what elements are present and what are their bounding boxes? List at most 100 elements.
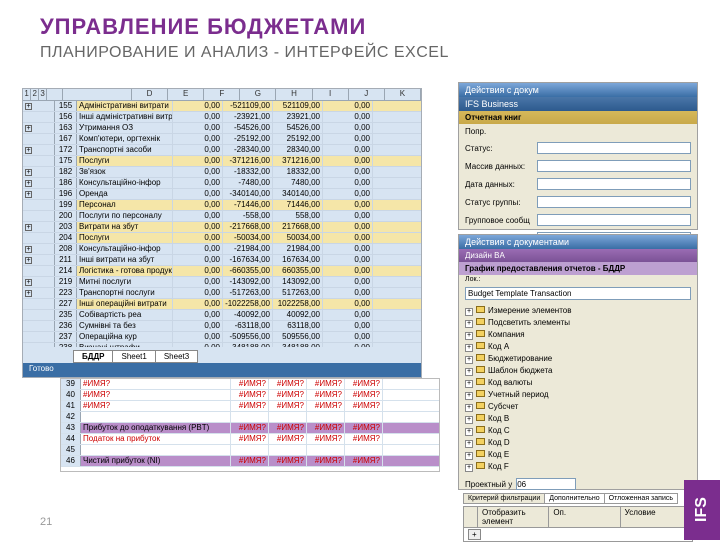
- cell[interactable]: 0,00: [323, 211, 373, 221]
- filter-grid[interactable]: Отобразить элементОп.Условие +: [463, 506, 693, 542]
- dimension-tree[interactable]: +Измерение элементов+Подсветить элементы…: [459, 303, 697, 475]
- cell[interactable]: 0,00: [173, 123, 223, 133]
- cell[interactable]: 660355,00: [273, 266, 323, 276]
- cell[interactable]: 0,00: [173, 189, 223, 199]
- row-number[interactable]: 155: [55, 101, 77, 111]
- outline-gutter[interactable]: +: [23, 101, 55, 111]
- outline-gutter[interactable]: +: [23, 277, 55, 287]
- table-row[interactable]: 156Інші адміністративні витра0,00-23921,…: [23, 112, 421, 123]
- table-row[interactable]: 46Чистий прибуток (NI)#ИМЯ?#ИМЯ?#ИМЯ?#ИМ…: [61, 456, 439, 467]
- row-number[interactable]: 199: [55, 200, 77, 210]
- cell[interactable]: #ИМЯ?: [231, 390, 269, 400]
- row-number[interactable]: 156: [55, 112, 77, 122]
- cell[interactable]: 0,00: [323, 288, 373, 298]
- expand-icon[interactable]: +: [465, 332, 473, 340]
- cell[interactable]: #ИМЯ?: [269, 401, 307, 411]
- cell[interactable]: 0,00: [323, 299, 373, 309]
- expand-icon[interactable]: +: [25, 224, 32, 231]
- expand-icon[interactable]: +: [25, 246, 32, 253]
- cell[interactable]: -521109,00: [223, 101, 273, 111]
- expand-icon[interactable]: +: [465, 404, 473, 412]
- cell[interactable]: [345, 412, 383, 422]
- filter-tab[interactable]: Критерий фильтрации: [463, 493, 545, 504]
- row-number[interactable]: 214: [55, 266, 77, 276]
- row-number[interactable]: 238: [55, 343, 77, 347]
- table-row[interactable]: 44Податок на прибуток#ИМЯ?#ИМЯ?#ИМЯ?#ИМЯ…: [61, 434, 439, 445]
- cell[interactable]: 0,00: [323, 200, 373, 210]
- cell[interactable]: 0,00: [323, 244, 373, 254]
- row-number[interactable]: 40: [61, 390, 81, 400]
- expand-icon[interactable]: +: [25, 290, 32, 297]
- cell[interactable]: 0,00: [173, 288, 223, 298]
- cell[interactable]: #ИМЯ?: [345, 434, 383, 444]
- row-number[interactable]: 208: [55, 244, 77, 254]
- cell[interactable]: 0,00: [173, 178, 223, 188]
- cell[interactable]: #ИМЯ?: [307, 390, 345, 400]
- expand-icon[interactable]: +: [25, 180, 32, 187]
- table-row[interactable]: +211Інші витрати на збут0,00-167634,0016…: [23, 255, 421, 266]
- cell[interactable]: 0,00: [173, 299, 223, 309]
- tree-item[interactable]: +Компания: [465, 329, 691, 341]
- expand-icon[interactable]: +: [465, 392, 473, 400]
- table-row[interactable]: 175Послуги0,00-371216,00371216,000,00: [23, 156, 421, 167]
- col-header[interactable]: D: [132, 89, 168, 100]
- row-number[interactable]: 236: [55, 321, 77, 331]
- cell[interactable]: 217668,00: [273, 222, 323, 232]
- row-number[interactable]: 43: [61, 423, 81, 433]
- cell[interactable]: 0,00: [173, 244, 223, 254]
- cell[interactable]: 71446,00: [273, 200, 323, 210]
- cell[interactable]: #ИМЯ?: [269, 379, 307, 389]
- project-input[interactable]: [516, 478, 576, 490]
- row-number[interactable]: 186: [55, 178, 77, 188]
- tree-item[interactable]: +Код D: [465, 437, 691, 449]
- cell[interactable]: #ИМЯ?: [231, 434, 269, 444]
- outline-gutter[interactable]: [23, 332, 55, 342]
- outline-gutter[interactable]: [23, 156, 55, 166]
- sheet-tab[interactable]: Sheet1: [112, 350, 155, 363]
- cell[interactable]: 0,00: [323, 222, 373, 232]
- cell[interactable]: 0,00: [323, 134, 373, 144]
- expand-icon[interactable]: +: [465, 428, 473, 436]
- cell[interactable]: [307, 412, 345, 422]
- filter-tabs[interactable]: Критерий фильтрацииДополнительноОтложенн…: [459, 493, 697, 504]
- cell[interactable]: 348188,00: [273, 343, 323, 347]
- expand-icon[interactable]: +: [25, 125, 32, 132]
- cell[interactable]: -25192,00: [223, 134, 273, 144]
- tree-item[interactable]: +Шаблон бюджета: [465, 365, 691, 377]
- row-number[interactable]: 196: [55, 189, 77, 199]
- tree-item[interactable]: +Бюджетирование: [465, 353, 691, 365]
- cell[interactable]: -63118,00: [223, 321, 273, 331]
- expand-icon[interactable]: +: [25, 279, 32, 286]
- row-number[interactable]: 204: [55, 233, 77, 243]
- outline-gutter[interactable]: [23, 134, 55, 144]
- table-row[interactable]: +196Оренда0,00-340140,00340140,000,00: [23, 189, 421, 200]
- row-number[interactable]: 172: [55, 145, 77, 155]
- table-row[interactable]: 199Персонал0,00-71446,0071446,000,00: [23, 200, 421, 211]
- cell[interactable]: 7480,00: [273, 178, 323, 188]
- cell[interactable]: -340140,00: [223, 189, 273, 199]
- cell[interactable]: 0,00: [173, 200, 223, 210]
- cell[interactable]: -18332,00: [223, 167, 273, 177]
- expand-icon[interactable]: +: [465, 356, 473, 364]
- cell[interactable]: -50034,00: [223, 233, 273, 243]
- expand-icon[interactable]: +: [25, 191, 32, 198]
- cell[interactable]: 0,00: [323, 167, 373, 177]
- expand-icon[interactable]: +: [465, 416, 473, 424]
- col-header[interactable]: I: [313, 89, 349, 100]
- table-row[interactable]: +182Зв'язок0,00-18332,0018332,000,00: [23, 167, 421, 178]
- cell[interactable]: 0,00: [173, 321, 223, 331]
- cell[interactable]: 517263,00: [273, 288, 323, 298]
- cell[interactable]: 0,00: [323, 123, 373, 133]
- outline-gutter[interactable]: [23, 233, 55, 243]
- col-header[interactable]: J: [349, 89, 385, 100]
- sheet-tabs[interactable]: БДДРSheet1Sheet3: [73, 350, 197, 363]
- cell[interactable]: #ИМЯ?: [269, 390, 307, 400]
- row-number[interactable]: 211: [55, 255, 77, 265]
- table-row[interactable]: +186Консультаційно-інфор0,00-7480,007480…: [23, 178, 421, 189]
- outline-gutter[interactable]: [23, 112, 55, 122]
- cell[interactable]: 21984,00: [273, 244, 323, 254]
- outline-gutter[interactable]: [23, 299, 55, 309]
- cell[interactable]: -1022258,00: [223, 299, 273, 309]
- cell[interactable]: 0,00: [323, 332, 373, 342]
- cell[interactable]: 18332,00: [273, 167, 323, 177]
